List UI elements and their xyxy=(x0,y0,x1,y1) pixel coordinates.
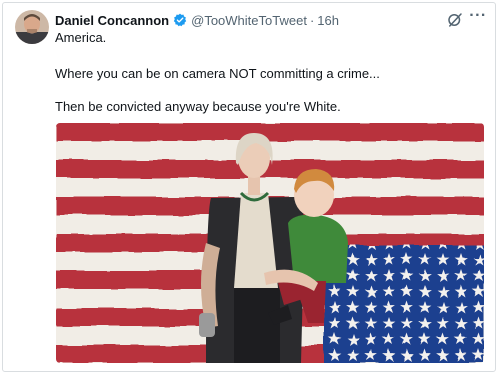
author-name[interactable]: Daniel Concannon xyxy=(55,13,169,28)
illustration-flag-woman-child xyxy=(56,123,484,363)
more-options-icon[interactable]: ··· xyxy=(467,7,489,27)
avatar-image xyxy=(15,10,49,44)
verified-badge-icon xyxy=(173,13,187,27)
header-separator: · xyxy=(309,12,315,28)
tweet-text-line-1: America. xyxy=(55,30,107,45)
tweet-text-line-3: Then be convicted anyway because you're … xyxy=(55,99,341,114)
author-avatar[interactable] xyxy=(15,10,49,44)
tweet-timestamp[interactable]: 16h xyxy=(317,13,339,28)
tweet-text-line-2: Where you can be on camera NOT committin… xyxy=(55,66,380,81)
tweet-header: Daniel Concannon @TooWhiteToTweet · 16h xyxy=(55,12,339,28)
tweet-card: Daniel Concannon @TooWhiteToTweet · 16h … xyxy=(2,2,496,372)
tweet-media-image[interactable] xyxy=(56,123,484,363)
grok-icon[interactable] xyxy=(446,11,464,29)
author-handle[interactable]: @TooWhiteToTweet xyxy=(191,13,307,28)
